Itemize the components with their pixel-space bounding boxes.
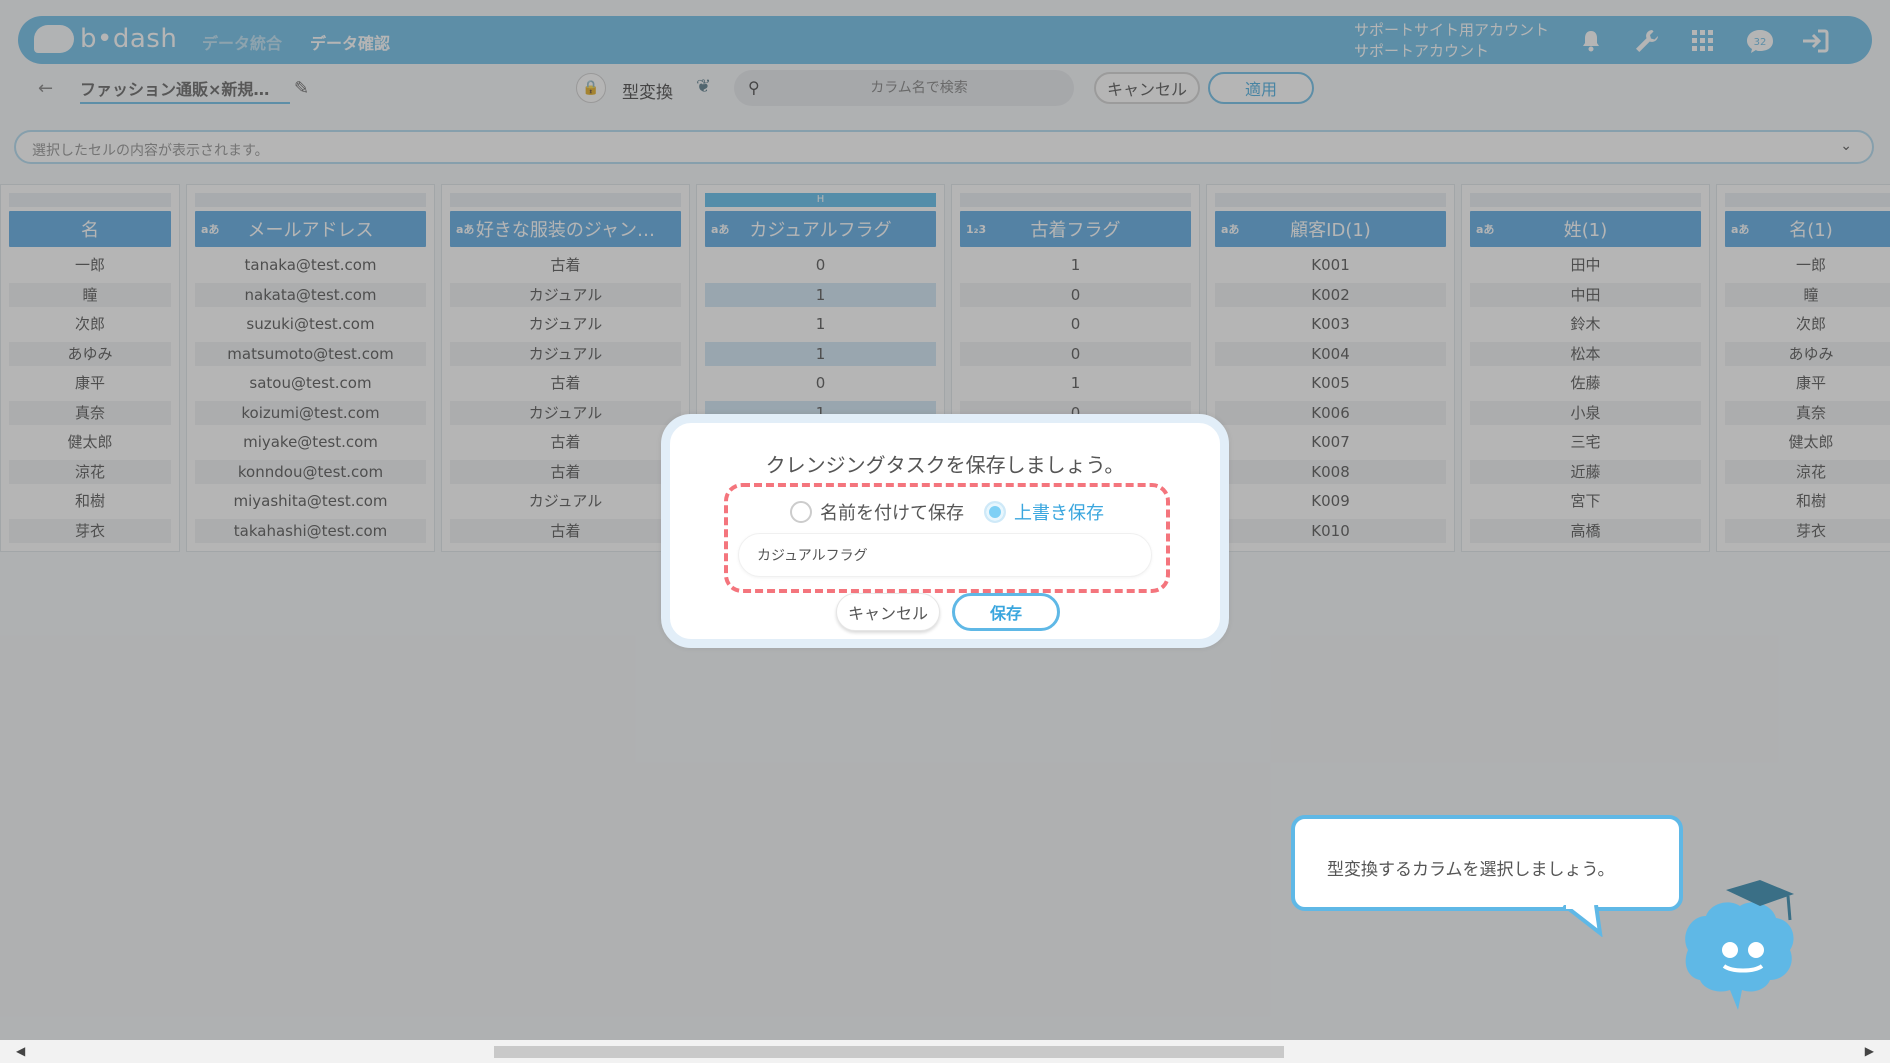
hint-text: 型変換するカラムを選択しましょう。 [1327, 860, 1615, 880]
radio-overwrite-label: 上書き保存 [1014, 503, 1104, 524]
task-name-input[interactable] [738, 533, 1152, 577]
mascot-brain-icon [1685, 880, 1794, 1010]
horizontal-scrollbar[interactable]: ◀ ▶ [0, 1040, 1890, 1063]
radio-save-as-dot[interactable] [790, 501, 812, 523]
scroll-left-arrow-icon[interactable]: ◀ [16, 1044, 25, 1058]
bubble-tail [1562, 905, 1603, 937]
scrollbar-thumb[interactable] [494, 1046, 1284, 1058]
dialog-cancel-button[interactable]: キャンセル [836, 593, 940, 631]
dialog-title: クレンジングタスクを保存しましょう。 [765, 453, 1125, 477]
scroll-right-arrow-icon[interactable]: ▶ [1865, 1044, 1874, 1058]
hint-speech-bubble: 型変換するカラムを選択しましょう。 [1291, 815, 1683, 911]
radio-save-as-label: 名前を付けて保存 [820, 503, 964, 524]
radio-save-as[interactable]: 名前を付けて保存 [790, 499, 964, 525]
radio-overwrite[interactable]: 上書き保存 [984, 499, 1104, 525]
highlight-dashed-box: 名前を付けて保存 上書き保存 [724, 483, 1170, 593]
radio-overwrite-dot[interactable] [984, 501, 1006, 523]
dialog-save-button[interactable]: 保存 [952, 593, 1060, 631]
save-task-dialog: クレンジングタスクを保存しましょう。 名前を付けて保存 上書き保存 キャンセル … [661, 414, 1229, 648]
